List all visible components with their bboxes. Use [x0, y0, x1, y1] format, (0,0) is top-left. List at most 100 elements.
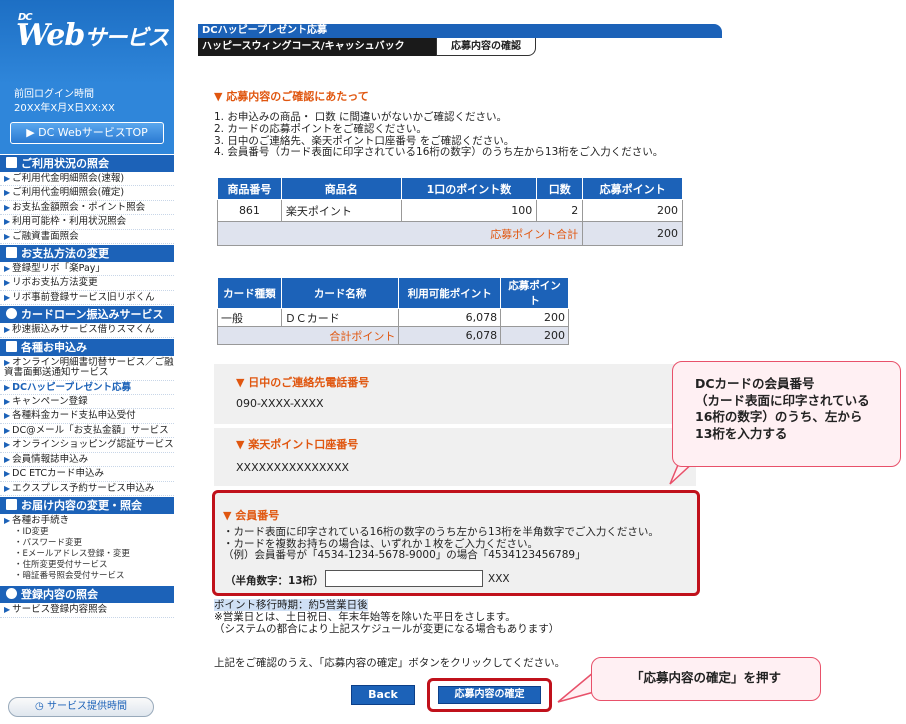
sidebar-subitem-password-change[interactable]: ・パスワード変更	[0, 538, 174, 549]
last-login-value: 20XX年X月X日XX:XX	[14, 103, 115, 114]
unit-count: 2	[536, 199, 584, 222]
member-number-input[interactable]	[325, 570, 483, 587]
yen-icon	[6, 308, 17, 320]
member-heading: ▼ 会員番号	[223, 509, 280, 522]
sidebar-item-service-registration[interactable]: ▶ サービス登録内容照会	[0, 603, 174, 618]
sidebar-item-raku-pay[interactable]: ▶ 登録型リボ「楽Pay」	[0, 262, 174, 277]
product-name: 楽天ポイント	[280, 199, 402, 222]
dc-web-service-logo[interactable]: DC Webサービス	[16, 12, 169, 53]
nav-list-registration: ▶ サービス登録内容照会	[0, 603, 178, 618]
phone-value: 090-XXXX-XXXX	[236, 397, 324, 410]
dc-web-top-button[interactable]: ▶ DC WebサービスTOP	[10, 122, 164, 144]
phone-heading: ▼ 日中のご連絡先電話番号	[236, 376, 370, 389]
member-input-suffix: XXX	[488, 573, 510, 585]
transfer-note: ※営業日とは、土日祝日、年末年始等を除いた平日をさします。	[214, 610, 516, 623]
sidebar-subitem-address-change[interactable]: ・住所変更受付サービス	[0, 560, 174, 571]
callout-line: DCカードの会員番号	[695, 376, 815, 391]
last-login-info: 前回ログイン時間 20XX年X月X日XX:XX	[0, 84, 178, 122]
notice-line: 2. カードの応募ポイントをご確認ください。	[214, 122, 427, 135]
sidebar-subitem-pin-inquiry[interactable]: ・暗証番号照会受付サービス	[0, 571, 174, 582]
rakuten-panel: ▼ 楽天ポイント口座番号 XXXXXXXXXXXXXXX	[214, 428, 696, 486]
nav-list-change-info: ▶ 各種お手続き ・ID変更 ・パスワード変更 ・Eメールアドレス登録・変更 ・住…	[0, 513, 178, 583]
card-name: ＤＣカード	[280, 308, 400, 327]
sidebar-item-member-magazine[interactable]: ▶ 会員情報誌申込み	[0, 453, 174, 468]
sidebar-item-express-reservation[interactable]: ▶ エクスプレス予約サービス申込み	[0, 482, 174, 496]
col-header: 利用可能ポイント	[398, 277, 502, 309]
last-login-label: 前回ログイン時間	[14, 89, 94, 100]
notice-heading: ▼ 応募内容のご確認にあたって	[214, 90, 369, 103]
sidebar-item-procedures[interactable]: ▶ 各種お手続き	[0, 514, 174, 527]
tab-course: ハッピースウィングコース/キャッシュバック	[198, 38, 436, 56]
confirm-instruction: 上記をご確認のうえ、「応募内容の確定」ボタンをクリックしてください。	[214, 657, 566, 669]
triangle-right-icon: ▶	[4, 469, 11, 479]
product-table: 商品番号 商品名 1口のポイント数 口数 応募ポイント 861 楽天ポイント 1…	[216, 177, 683, 246]
sidebar-item-online-statement[interactable]: ▶ オンライン明細書切替サービス／ご融資書面郵送通知サービス	[0, 356, 174, 381]
triangle-right-icon: ▶	[4, 217, 11, 227]
confirm-highlight: 応募内容の確定	[427, 678, 552, 712]
triangle-right-icon: ▶	[4, 278, 11, 288]
sidebar-item-online-shopping-auth[interactable]: ▶ オンラインショッピング認証サービス	[0, 438, 174, 453]
book-icon	[6, 157, 17, 168]
sidebar-item-email-service[interactable]: ▶ DC@メール「お支払金額」サービス	[0, 424, 174, 439]
sidebar-item-payment-points[interactable]: ▶ お支払金額照会・ポイント照会	[0, 201, 174, 216]
table-row: 861 楽天ポイント 100 2 200	[217, 199, 683, 222]
callout-line: 16桁の数字）のうち、左から	[695, 409, 863, 424]
sidebar-item-revolving-preregister[interactable]: ▶ リボ事前登録サービス旧リボくん	[0, 291, 174, 306]
pencil-icon	[6, 498, 17, 510]
sidebar-section-applications: 各種お申込み	[0, 337, 178, 356]
nav-list-card-loan: ▶ 秒速振込みサービス借りスマくん	[0, 323, 178, 338]
triangle-right-icon: ▶	[4, 231, 11, 241]
total-row: 応募ポイント合計 200	[216, 221, 683, 246]
back-button[interactable]: Back	[351, 685, 415, 705]
nav-list-payment-change: ▶ 登録型リボ「楽Pay」 ▶ リボお支払方法変更 ▶ リボ事前登録サービス旧リボくん	[0, 262, 178, 306]
callout-line: （カード表面に印字されている	[695, 392, 870, 408]
sidebar-item-revolving-change[interactable]: ▶ リボお支払方法変更	[0, 276, 174, 291]
total-value: 200	[582, 221, 683, 246]
triangle-right-icon: ▶	[4, 202, 11, 212]
notice-list: 1. お申込みの商品・ 口数 に間違いがないかご確認ください。 2. カードの応…	[214, 111, 664, 159]
sidebar-item-credit-limit[interactable]: ▶ 利用可能枠・利用状況照会	[0, 215, 174, 230]
card-icon	[6, 247, 17, 259]
sidebar-item-utility-payment[interactable]: ▶ 各種料金カード支払申込受付	[0, 409, 174, 424]
sidebar-item-campaign[interactable]: ▶ キャンペーン登録	[0, 395, 174, 410]
sidebar-section-change-info: お届け内容の変更・照会	[0, 495, 178, 514]
member-number-section: ▼ 会員番号 ・カード表面に印字されている16桁の数字のうち左から13桁を半角数…	[212, 490, 700, 596]
applied-points: 200	[582, 199, 683, 222]
sidebar-item-instant-transfer[interactable]: ▶ 秒速振込みサービス借りスマくん	[0, 323, 174, 338]
sidebar: DC Webサービス 前回ログイン時間 20XX年X月X日XX:XX ▶ DC W…	[0, 0, 178, 724]
triangle-right-icon: ▶	[4, 188, 11, 198]
tab-confirm: 応募内容の確認	[436, 38, 536, 56]
triangle-right-icon: ▶	[4, 411, 11, 421]
confirm-application-button[interactable]: 応募内容の確定	[438, 686, 541, 704]
triangle-right-icon: ▶	[4, 515, 11, 525]
triangle-right-icon: ▶	[4, 605, 11, 615]
col-header: 応募ポイント	[500, 277, 569, 309]
sidebar-item-loan-documents[interactable]: ▶ ご融資書面照会	[0, 230, 174, 245]
sidebar-item-etc-card[interactable]: ▶ DC ETCカード申込み	[0, 467, 174, 482]
nav-list-applications: ▶ オンライン明細書切替サービス／ご融資書面郵送通知サービス ▶ DCハッピープレゼ…	[0, 355, 178, 496]
sidebar-item-statement-preliminary[interactable]: ▶ ご利用代金明細照会(速報)	[0, 172, 174, 187]
notice-line: 4. 会員番号（カード表面に印字されている16桁の数字）のうち左から13桁をご入…	[214, 146, 664, 159]
sidebar-section-payment-change: お支払方法の変更	[0, 244, 178, 263]
transfer-note: （システムの都合により上記スケジュールが変更になる場合もあります）	[214, 622, 560, 635]
triangle-right-icon: ▶	[4, 382, 11, 392]
logo-area: DC Webサービス	[0, 0, 178, 84]
sidebar-subitem-email-change[interactable]: ・Eメールアドレス登録・変更	[0, 549, 174, 560]
page-title: DCハッピープレゼント応募	[198, 24, 722, 38]
total-applied: 200	[500, 326, 569, 345]
transfer-title: ポイント移行時期：約5営業日後	[214, 599, 368, 611]
sidebar-subitem-id-change[interactable]: ・ID変更	[0, 527, 174, 538]
triangle-right-icon: ▶	[4, 292, 11, 302]
triangle-right-icon: ▶	[4, 174, 11, 183]
sidebar-item-statement-final[interactable]: ▶ ご利用代金明細照会(確定)	[0, 186, 174, 201]
table-header-row: 商品番号 商品名 1口のポイント数 口数 応募ポイント	[217, 177, 683, 200]
available-points: 6,078	[398, 308, 502, 327]
card-type: 一般	[217, 308, 282, 327]
sidebar-item-happy-present[interactable]: ▶ DCハッピープレゼント応募	[0, 381, 174, 396]
triangle-right-icon: ▶	[4, 264, 11, 274]
triangle-right-icon: ▶	[4, 357, 11, 367]
col-header: カード種類	[217, 277, 282, 309]
service-hours-button[interactable]: ◷ サービス提供時間	[8, 697, 154, 717]
member-description: ・カード表面に印字されている16桁の数字のうち左から13桁を半角数字でご入力くだ…	[223, 526, 659, 562]
triangle-right-icon: ▶	[4, 454, 11, 464]
